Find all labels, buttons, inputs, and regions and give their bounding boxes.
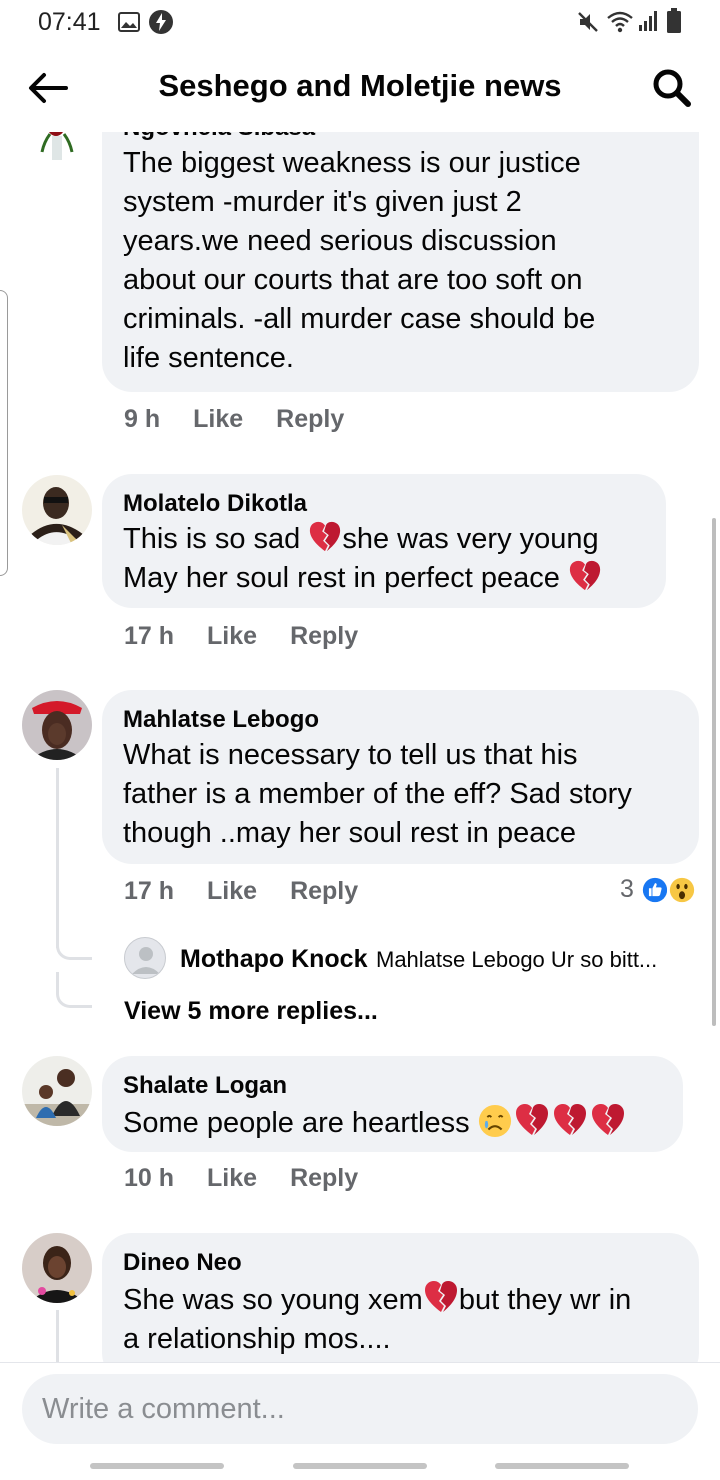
comment-time: 9 h bbox=[124, 405, 161, 433]
comments-feed[interactable]: Ngovhela Sibasa The biggest weakness is … bbox=[0, 132, 720, 1362]
comment-text: What is necessary to tell us that his fa… bbox=[123, 739, 632, 849]
wifi-icon bbox=[607, 11, 633, 33]
comment-author[interactable]: Dineo Neo bbox=[123, 1247, 679, 1279]
reply-button[interactable]: Reply bbox=[276, 405, 344, 433]
reaction-count: 3 bbox=[620, 875, 634, 903]
broken-heart-emoji bbox=[590, 1102, 626, 1138]
comment-actions: 9 h Like Reply bbox=[124, 405, 377, 434]
broken-heart-emoji bbox=[514, 1102, 550, 1138]
comment-author[interactable]: Mahlatse Lebogo bbox=[123, 704, 679, 736]
nav-recents-pill[interactable] bbox=[90, 1463, 224, 1469]
search-button[interactable] bbox=[650, 66, 694, 110]
comment-author[interactable]: Shalate Logan bbox=[123, 1070, 663, 1102]
thread-line bbox=[56, 1310, 59, 1362]
comment-text: She was so young xem but they wr in a rel… bbox=[123, 1279, 679, 1359]
comment-text: This is so sad she was very young May he… bbox=[123, 520, 646, 598]
broken-heart-emoji bbox=[568, 559, 602, 593]
comment-text-part: but they wr in bbox=[458, 1284, 632, 1316]
status-bar: 07:41 bbox=[0, 0, 720, 44]
comment-text-part: she was very young bbox=[342, 523, 599, 555]
thread-connector bbox=[56, 972, 92, 1008]
comment-time: 17 h bbox=[124, 622, 175, 650]
comment-author[interactable]: Molatelo Dikotla bbox=[123, 488, 646, 520]
reactions-summary[interactable]: 3 bbox=[620, 875, 700, 907]
comment-bubble[interactable]: Molatelo Dikotla This is so sad she was … bbox=[102, 474, 666, 608]
comment-text: The biggest weakness is our justice syst… bbox=[123, 147, 596, 374]
thread-connector bbox=[56, 932, 92, 960]
avatar[interactable] bbox=[22, 690, 92, 760]
like-button[interactable]: Like bbox=[207, 622, 257, 650]
comment-bubble[interactable]: Shalate Logan Some people are heartless bbox=[102, 1056, 683, 1152]
comment-time: 17 h bbox=[124, 877, 175, 905]
search-icon bbox=[653, 69, 691, 107]
page-title: Seshego and Moletjie news bbox=[158, 68, 562, 103]
reply-author[interactable]: Mothapo Knock bbox=[180, 945, 368, 974]
avatar[interactable] bbox=[22, 132, 92, 170]
gallery-icon bbox=[118, 12, 140, 32]
signal-icon bbox=[639, 11, 657, 31]
app-header: Seshego and Moletjie news bbox=[0, 44, 720, 132]
mute-icon bbox=[578, 12, 598, 32]
edge-handle[interactable] bbox=[0, 290, 8, 576]
comment-input[interactable] bbox=[22, 1374, 698, 1444]
like-button[interactable]: Like bbox=[193, 405, 243, 433]
broken-heart-emoji bbox=[308, 520, 342, 554]
reply-avatar[interactable] bbox=[124, 937, 166, 979]
wow-reaction-icon bbox=[667, 875, 697, 905]
thread-line bbox=[56, 768, 59, 948]
comment-author[interactable]: Ngovhela Sibasa bbox=[123, 132, 679, 144]
like-reaction-icon bbox=[640, 875, 670, 905]
comment-text-part: May her soul rest in perfect peace bbox=[123, 562, 568, 594]
status-time: 07:41 bbox=[38, 8, 101, 36]
battery-icon bbox=[667, 8, 681, 33]
comment-text-part: a relationship mos.... bbox=[123, 1323, 391, 1355]
view-more-replies[interactable]: View 5 more replies... bbox=[124, 997, 378, 1026]
broken-heart-emoji bbox=[423, 1279, 459, 1315]
gesture-bar bbox=[0, 1457, 720, 1480]
comment-text-part: Some people are heartless bbox=[123, 1107, 478, 1139]
avatar[interactable] bbox=[22, 475, 92, 545]
comment-bubble[interactable]: Dineo Neo She was so young xem but they w… bbox=[102, 1233, 699, 1362]
comment-actions: 17 h Like Reply bbox=[124, 622, 391, 651]
nav-back-pill[interactable] bbox=[495, 1463, 629, 1469]
reply-preview-text[interactable]: Mahlatse Lebogo Ur so bitt... bbox=[376, 947, 657, 973]
nav-home-pill[interactable] bbox=[293, 1463, 427, 1469]
comment-bubble[interactable]: Mahlatse Lebogo What is necessary to tel… bbox=[102, 690, 699, 864]
comment-actions: 17 h Like Reply bbox=[124, 877, 391, 906]
reply-button[interactable]: Reply bbox=[290, 622, 358, 650]
scrollbar[interactable] bbox=[712, 518, 716, 1026]
like-button[interactable]: Like bbox=[207, 1164, 257, 1192]
like-button[interactable]: Like bbox=[207, 877, 257, 905]
reply-button[interactable]: Reply bbox=[290, 877, 358, 905]
comment-text-part: She was so young xem bbox=[123, 1284, 423, 1316]
bolt-icon bbox=[149, 10, 173, 34]
comment-bubble[interactable]: Ngovhela Sibasa The biggest weakness is … bbox=[102, 132, 699, 392]
reply-button[interactable]: Reply bbox=[290, 1164, 358, 1192]
comment-actions: 10 h Like Reply bbox=[124, 1164, 391, 1193]
comment-time: 10 h bbox=[124, 1164, 175, 1192]
comment-text: Some people are heartless bbox=[123, 1102, 663, 1143]
default-avatar-icon bbox=[132, 947, 160, 974]
avatar[interactable] bbox=[22, 1233, 92, 1303]
comment-composer bbox=[0, 1362, 720, 1480]
crying-face-emoji bbox=[478, 1104, 512, 1138]
avatar[interactable] bbox=[22, 1056, 92, 1126]
broken-heart-emoji bbox=[552, 1102, 588, 1138]
comment-text-part: This is so sad bbox=[123, 523, 309, 555]
